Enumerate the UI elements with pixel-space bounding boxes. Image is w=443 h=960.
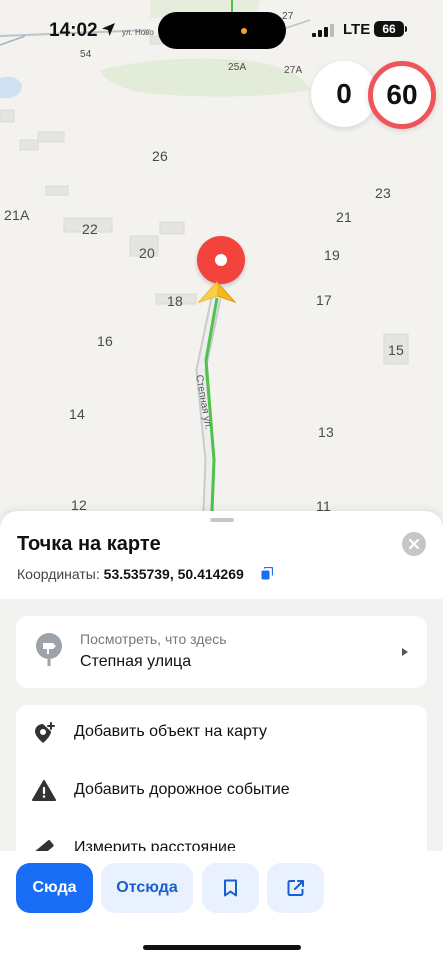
home-indicator[interactable] [143,945,301,950]
add-place-icon [35,722,55,743]
house-number: 26 [152,148,168,164]
copy-icon[interactable] [261,567,273,580]
house-number: 20 [139,245,155,261]
add-road-event-label: Добавить дорожное событие [74,781,290,798]
house-number: 17 [316,292,332,308]
bookmark-button[interactable] [202,863,259,913]
signpost-icon [36,633,62,666]
sheet-grabber[interactable] [210,518,234,522]
share-button[interactable] [267,863,324,913]
add-object-label: Добавить объект на карту [74,723,268,740]
signal-strength-icon [312,24,334,37]
house-number: 16 [97,333,113,349]
house-number: 14 [69,406,85,422]
house-number: 25А [228,62,247,73]
pin-center-dot [215,254,227,266]
status-time: 14:02 [49,20,98,41]
bookmark-icon [224,879,237,897]
house-number: 19 [324,247,340,263]
place-bottom-sheet[interactable]: Точка на карте Координаты: 53.535739, 50… [0,511,443,960]
map-pin-icon[interactable] [197,236,245,284]
sheet-title: Точка на карте [17,533,161,555]
coordinates-value[interactable]: 53.535739, 50.414269 [104,566,244,582]
route-here-button[interactable]: Сюда [16,863,93,913]
network-type: LTE [343,21,371,38]
speed-limit-sign: 60 [368,61,436,129]
add-road-event-action[interactable]: Добавить дорожное событие [16,763,427,819]
chevron-right-icon [402,648,408,656]
house-number: 27А [284,65,303,76]
status-bar: 14:02 LTE 66 [0,0,443,60]
sheet-header: Точка на карте Координаты: 53.535739, 50… [0,511,443,599]
whats-here-subtitle: Посмотреть, что здесь [80,631,227,647]
add-object-action[interactable]: Добавить объект на карту [16,705,427,761]
coordinates-row: Координаты: 53.535739, 50.414269 [17,566,244,582]
map-view[interactable]: ул. Ново 27 54 25А 27А 26 23 21А 22 21 2… [0,0,443,560]
house-number: 23 [375,185,391,201]
coordinates-label: Координаты: [17,566,100,582]
close-button[interactable] [402,532,426,556]
whats-here-title: Степная улица [80,653,192,670]
share-icon [287,880,304,896]
house-number: 15 [388,342,404,358]
warning-icon [32,780,56,801]
island-indicator-dot [241,28,247,34]
battery-tip [405,26,407,32]
close-icon [408,538,420,550]
battery-icon: 66 [374,21,404,37]
bottom-action-bar: Сюда Отсюда [0,851,443,960]
location-arrow-icon [102,23,115,36]
house-number: 18 [167,293,183,309]
house-number: 21 [336,209,352,225]
house-number: 21А [4,207,30,223]
route-from-button[interactable]: Отсюда [101,863,193,913]
house-number: 13 [318,424,334,440]
dynamic-island [158,12,286,49]
navigation-arrow-icon [197,281,237,304]
house-number: 22 [82,221,98,237]
whats-here-card[interactable]: Посмотреть, что здесь Степная улица [16,616,427,688]
